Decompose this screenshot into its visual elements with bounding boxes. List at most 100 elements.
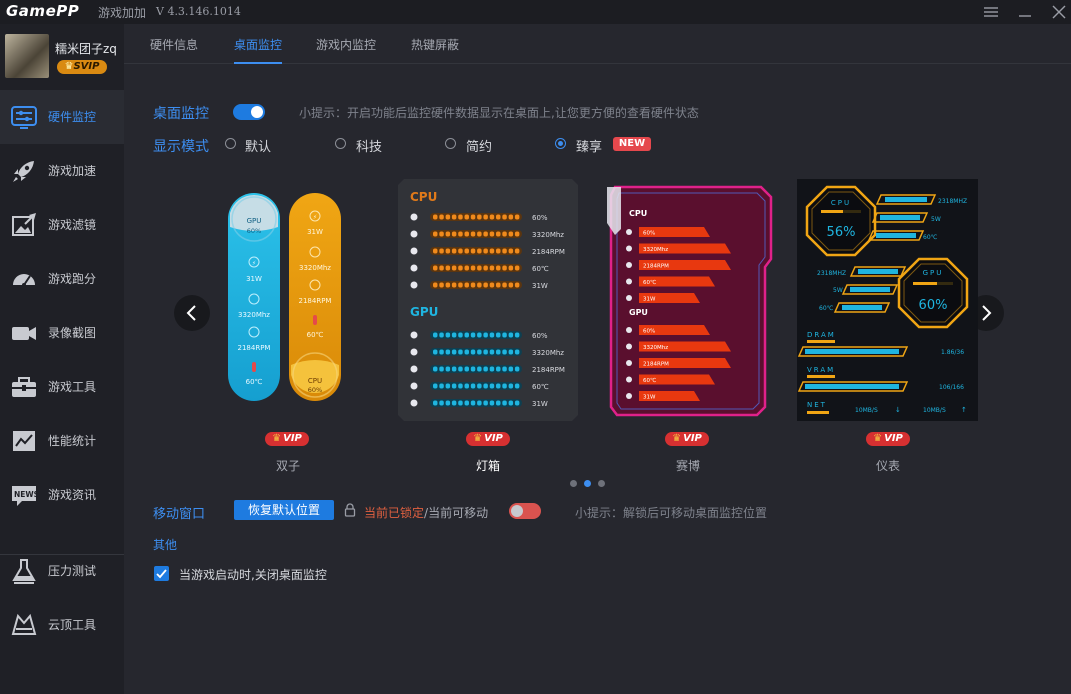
flask-icon [10, 557, 38, 585]
carousel-dot-3[interactable] [598, 480, 605, 487]
cpu-temp-value: 60℃ [307, 331, 324, 339]
video-camera-icon [10, 319, 38, 347]
cpu-power-value: 31W [307, 228, 323, 236]
main-panel: 硬件信息 桌面监控 游戏内监控 热键屏蔽 桌面监控 小提示：开启功能后监控硬件数… [124, 24, 1071, 694]
metric-bar-segment [470, 366, 476, 372]
temperature-icon [626, 278, 632, 285]
carousel-dot-1[interactable] [570, 480, 577, 487]
tab-desktop-monitor[interactable]: 桌面监控 [234, 36, 282, 53]
metric-value: 31W [532, 282, 548, 290]
dash-vram-label: VRAM [807, 366, 835, 374]
skin-preview-cyber[interactable]: CPU GPU 60% 3320Mhz 2184RPM 60℃ 31W 60% 3320M… [607, 179, 777, 421]
metric-bar-segment [470, 349, 476, 355]
metric-value: 60℃ [643, 279, 656, 286]
move-window-hint: 小提示：解锁后可移动桌面监控位置 [575, 506, 768, 520]
desktop-monitor-toggle[interactable] [233, 104, 265, 120]
skin-preview-twin[interactable]: GPU 60% ⚡ 31W 3320Mhz 2184RPM 60℃ ⚡ 31W … [228, 179, 348, 421]
dash-gpu-load: 60% [919, 298, 948, 313]
crown-icon: ♛ [473, 433, 483, 444]
mode-premium-label[interactable]: 臻享 [576, 136, 602, 155]
dash-cpu-temp: 60℃ [923, 234, 938, 241]
carousel-dot-2[interactable] [584, 480, 591, 487]
metric-bar-segment [483, 231, 488, 237]
locked-text: 当前已锁定 [364, 506, 425, 520]
dash-cpu-title: CPU [831, 199, 851, 207]
metric-bar-segment [496, 349, 501, 355]
tab-ingame-monitor[interactable]: 游戏内监控 [316, 36, 376, 53]
metric-bar-segment [489, 349, 495, 355]
metric-bar-segment [445, 282, 451, 288]
cpu-pill-label: CPU [308, 377, 322, 385]
metric-bar-segment [483, 265, 488, 271]
close-icon[interactable] [1050, 3, 1068, 21]
metric-bar-segment [451, 248, 457, 254]
reset-position-button[interactable]: 恢复默认位置 [234, 500, 334, 520]
crown-icon: ♛ [272, 433, 282, 444]
move-window-toggle[interactable] [509, 503, 541, 519]
sidebar-item-game-accel[interactable]: 游戏加速 [0, 144, 124, 198]
skin-name-cyber: 赛博 [675, 459, 700, 473]
metric-bar-segment [496, 265, 501, 271]
metric-bar-segment [464, 332, 469, 338]
metric-value: 31W [643, 395, 656, 401]
metric-bar-segment [439, 265, 444, 271]
radio-mode-simple[interactable] [445, 138, 456, 149]
mode-simple-label[interactable]: 简约 [466, 136, 492, 155]
tab-hardware-info[interactable]: 硬件信息 [150, 36, 198, 53]
metric-bar-segment [439, 282, 444, 288]
minimize-icon[interactable] [1016, 3, 1034, 21]
sidebar-item-game-tools[interactable]: 游戏工具 [0, 360, 124, 414]
metric-bar-segment [502, 349, 507, 355]
cpu-load-value: 60% [308, 386, 322, 394]
power-icon [410, 399, 418, 407]
metric-bar-segment [489, 282, 495, 288]
metric-bar-segment [470, 383, 476, 389]
metric-bar-segment [464, 383, 469, 389]
metric-bar-segment [496, 231, 501, 237]
metric-bar-segment [508, 349, 514, 355]
user-profile[interactable]: 糯米团子zq ♛SVIP [0, 24, 124, 90]
lock-icon [344, 503, 356, 517]
sidebar-item-stress-test[interactable]: 压力测试 [0, 544, 124, 598]
skin-preview-lightbox[interactable]: CPU GPU 60% 3320Mhz 2184RPM 60℃ 31W 60% 3320M… [398, 179, 578, 421]
thermometer-icon [252, 362, 256, 372]
sidebar-item-label: 游戏滤镜 [48, 218, 97, 232]
metric-bar-segment [445, 400, 451, 406]
metric-bar-segment [514, 214, 520, 220]
metric-bar-segment [508, 282, 514, 288]
close-monitor-on-game-label[interactable]: 当游戏启动时,关闭桌面监控 [179, 566, 327, 583]
metric-bar-segment [439, 400, 444, 406]
metric-bar-segment [433, 400, 438, 406]
sidebar-item-tft-tools[interactable]: 云顶工具 [0, 598, 124, 652]
metric-bar-segment [477, 214, 482, 220]
sidebar-item-benchmark[interactable]: 游戏跑分 [0, 252, 124, 306]
arrow-up-icon: ↑ [961, 406, 967, 414]
metric-bar-segment [502, 332, 507, 338]
sidebar-item-game-news[interactable]: NEWS 游戏资讯 [0, 468, 124, 522]
tab-hotkey-block[interactable]: 热键屏蔽 [411, 36, 459, 53]
metric-value: 60℃ [532, 265, 549, 273]
sidebar-item-hardware-monitor[interactable]: 硬件监控 [0, 90, 124, 144]
mode-tech-label[interactable]: 科技 [356, 136, 382, 155]
carousel-prev-button[interactable] [174, 295, 210, 331]
dash-cpu-power: 5W [931, 216, 941, 223]
menu-icon[interactable] [982, 3, 1000, 21]
metric-bar-segment [451, 400, 457, 406]
sidebar-item-performance-stats[interactable]: 性能统计 [0, 414, 124, 468]
metric-bar-segment [514, 383, 520, 389]
sidebar-item-game-filter[interactable]: 游戏滤镜 [0, 198, 124, 252]
close-monitor-on-game-checkbox[interactable] [154, 566, 169, 581]
avatar[interactable] [5, 34, 49, 78]
skin-preview-dashboard[interactable]: CPU 56% 2318MHZ 5W 60℃ GPU 60% 2318MHZ 5… [797, 179, 978, 421]
radio-mode-default[interactable] [225, 138, 236, 149]
sidebar-item-recording[interactable]: 录像截图 [0, 306, 124, 360]
metric-bar-segment [508, 214, 514, 220]
skin-name-twin: 双子 [275, 459, 300, 473]
metric-bar-segment [451, 332, 457, 338]
radio-mode-premium[interactable] [555, 138, 566, 149]
svip-badge: ♛SVIP [57, 60, 107, 74]
metric-bar-segment [464, 400, 469, 406]
radio-mode-tech[interactable] [335, 138, 346, 149]
metric-bar-segment [470, 248, 476, 254]
mode-default-label[interactable]: 默认 [245, 136, 271, 155]
